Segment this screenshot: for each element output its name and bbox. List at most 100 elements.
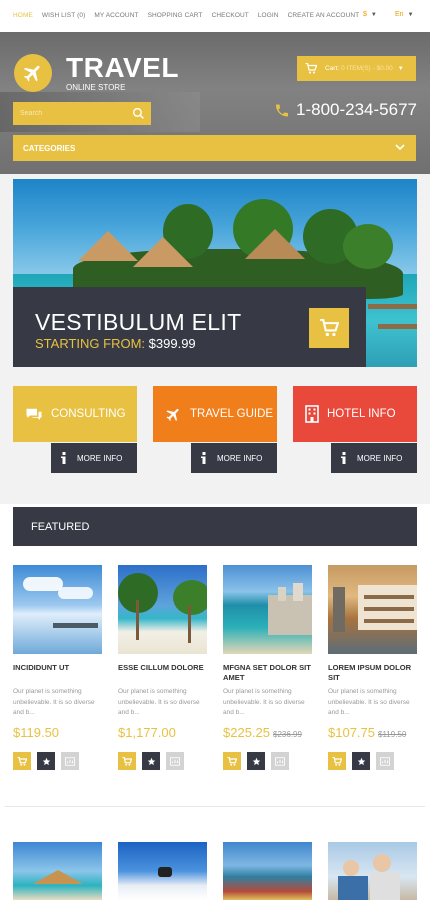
product-image[interactable] xyxy=(118,565,207,654)
nav-checkout-link[interactable]: CHECKOUT xyxy=(212,12,249,19)
featured-heading: FEATURED xyxy=(13,507,417,546)
product-price: $225.25 xyxy=(223,725,270,740)
compare-button[interactable] xyxy=(61,752,79,770)
product-actions xyxy=(13,752,79,770)
star-icon xyxy=(357,757,365,765)
plane-icon xyxy=(166,408,179,421)
add-to-cart-button[interactable] xyxy=(13,752,31,770)
product-name[interactable]: MFGNA SET DOLOR SIT AMET xyxy=(223,663,315,683)
product-image[interactable] xyxy=(328,565,417,654)
hotel-info-block[interactable]: HOTEL INFO xyxy=(293,386,417,442)
slide-hut xyxy=(133,237,193,267)
nav-home-link[interactable]: HOME xyxy=(13,12,33,19)
product-description: Our planet is something unbelievable. It… xyxy=(13,688,95,716)
compare-button[interactable] xyxy=(376,752,394,770)
cart-icon xyxy=(332,756,342,766)
add-to-wishlist-button[interactable] xyxy=(142,752,160,770)
slide-hut xyxy=(245,229,305,259)
compare-icon xyxy=(170,756,180,766)
info-icon xyxy=(341,452,346,464)
nav-my-account-link[interactable]: MY ACCOUNT xyxy=(94,12,138,19)
slide-hut xyxy=(78,231,138,261)
currency-value: $ xyxy=(363,11,367,18)
compare-button[interactable] xyxy=(271,752,289,770)
product-image[interactable] xyxy=(223,565,312,654)
product-image[interactable] xyxy=(328,842,417,900)
product-actions xyxy=(223,752,289,770)
featured-title: FEATURED xyxy=(31,520,90,533)
star-icon xyxy=(252,757,260,765)
compare-icon xyxy=(65,756,75,766)
cart-value: 0 ITEM(S) - $0.00 xyxy=(341,65,393,72)
add-to-wishlist-button[interactable] xyxy=(37,752,55,770)
language-selector[interactable]: En ▼ xyxy=(395,11,414,18)
product-name[interactable]: LOREM IPSUM DOLOR SIT xyxy=(328,663,420,683)
top-bar: HOME WISH LIST (0) MY ACCOUNT SHOPPING C… xyxy=(0,0,430,32)
product-actions xyxy=(328,752,394,770)
add-to-wishlist-button[interactable] xyxy=(247,752,265,770)
nav-create-account-link[interactable]: CREATE AN ACCOUNT xyxy=(288,12,360,19)
info-icon xyxy=(201,452,206,464)
product-actions xyxy=(118,752,184,770)
search-icon[interactable] xyxy=(132,107,145,125)
travel-guide-block[interactable]: TRAVEL GUIDE xyxy=(153,386,277,442)
cart-label: Cart: xyxy=(325,65,340,72)
product-card xyxy=(118,842,207,900)
categories-label: CATEGORIES xyxy=(23,143,76,153)
chat-icon xyxy=(26,408,42,420)
travel-guide-more-info-button[interactable]: MORE INFO xyxy=(191,443,277,473)
slide-tree xyxy=(343,224,393,269)
product-description: Our planet is something unbelievable. It… xyxy=(328,688,410,716)
info-icon xyxy=(61,452,66,464)
consulting-block[interactable]: CONSULTING xyxy=(13,386,137,442)
nav-shopping-cart-link[interactable]: SHOPPING CART xyxy=(148,12,203,19)
product-image[interactable] xyxy=(13,842,102,900)
nav-wishlist-link[interactable]: WISH LIST (0) xyxy=(42,12,85,19)
add-to-wishlist-button[interactable] xyxy=(352,752,370,770)
cart-icon xyxy=(305,63,317,74)
cart-button[interactable]: Cart: 0 ITEM(S) - $0.00 ▼ xyxy=(297,56,416,81)
search-input[interactable] xyxy=(20,110,128,117)
consulting-label: CONSULTING xyxy=(51,408,126,420)
plane-icon xyxy=(23,65,40,82)
product-image[interactable] xyxy=(13,565,102,654)
slide-price: $399.99 xyxy=(148,336,196,351)
add-to-cart-button[interactable] xyxy=(223,752,241,770)
cart-icon xyxy=(320,319,339,337)
slide-cart-button[interactable] xyxy=(309,308,349,348)
more-info-label: MORE INFO xyxy=(77,453,123,463)
currency-selector[interactable]: $ ▼ xyxy=(363,11,377,18)
product-card: ESSE CILLUM DOLORE Our planet is somethi… xyxy=(118,565,207,770)
product-price-line: $225.25 $236.99 xyxy=(223,725,302,740)
product-description: Our planet is something unbelievable. It… xyxy=(223,688,305,716)
product-old-price: $236.99 xyxy=(273,730,302,739)
compare-button[interactable] xyxy=(166,752,184,770)
logo-title[interactable]: TRAVEL xyxy=(66,52,179,84)
hero-slider[interactable]: VESTIBULUM ELIT STARTING FROM: $399.99 xyxy=(13,179,417,367)
product-name[interactable]: INCIDIDUNT UT xyxy=(13,663,105,673)
compare-icon xyxy=(380,756,390,766)
product-name[interactable]: ESSE CILLUM DOLORE xyxy=(118,663,210,673)
nav-login-link[interactable]: LOGIN xyxy=(258,12,279,19)
phone-icon xyxy=(276,104,288,116)
phone-number: 1-800-234-5677 xyxy=(296,100,417,119)
categories-bar[interactable]: CATEGORIES xyxy=(13,135,416,161)
product-price-line: $119.50 xyxy=(13,725,59,740)
building-icon xyxy=(305,405,319,423)
header: TRAVEL ONLINE STORE Cart: 0 ITEM(S) - $0… xyxy=(0,32,430,174)
more-info-label: MORE INFO xyxy=(357,453,403,463)
product-image[interactable] xyxy=(223,842,312,900)
logo-icon[interactable] xyxy=(14,54,52,92)
hotel-info-more-info-button[interactable]: MORE INFO xyxy=(331,443,417,473)
caret-down-icon: ▼ xyxy=(407,12,414,18)
consulting-more-info-button[interactable]: MORE INFO xyxy=(51,443,137,473)
star-icon xyxy=(147,757,155,765)
slide-from-label: STARTING FROM: xyxy=(35,336,146,351)
add-to-cart-button[interactable] xyxy=(328,752,346,770)
product-price: $1,177.00 xyxy=(118,725,176,740)
product-image[interactable] xyxy=(118,842,207,900)
slide-dock xyxy=(378,324,417,329)
product-description: Our planet is something unbelievable. It… xyxy=(118,688,200,716)
add-to-cart-button[interactable] xyxy=(118,752,136,770)
chevron-down-icon xyxy=(395,144,405,151)
